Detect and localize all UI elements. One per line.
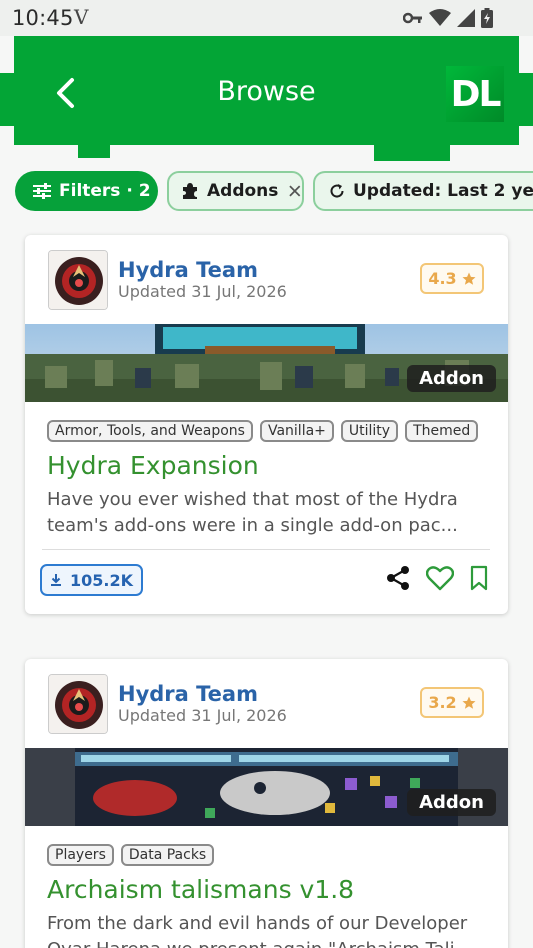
heart-icon[interactable] [426,565,454,591]
carrier-icon: V [74,5,89,29]
status-icons [403,8,493,28]
status-bar: 10:45 V [0,0,533,36]
app-logo[interactable]: DL [446,66,504,122]
tag-list: Players Data Packs [47,844,215,866]
close-icon[interactable] [288,184,302,198]
updated-date: Updated 31 Jul, 2026 [118,706,287,725]
downloads-badge[interactable]: 105.2K [40,564,143,596]
updated-chip-label: Updated: Last 2 years [353,181,533,201]
star-icon [462,272,476,285]
addon-description: Have you ever wished that most of the Hy… [47,489,458,536]
bookmark-icon[interactable] [470,565,488,591]
filters-chip[interactable]: Filters · 2 [15,171,158,211]
status-time: 10:45 [12,6,74,30]
addon-title[interactable]: Hydra Expansion [47,451,259,480]
tag-list: Armor, Tools, and Weapons Vanilla+ Utili… [47,420,479,442]
share-icon[interactable] [386,565,410,591]
tag[interactable]: Armor, Tools, and Weapons [47,420,253,442]
addon-description: From the dark and evil hands of our Deve… [47,913,472,948]
addons-chip-label: Addons [207,181,279,201]
card-actions [386,565,488,591]
type-badge: Addon [407,789,496,816]
addon-banner-image[interactable]: Addon [25,324,508,402]
author-avatar [48,250,108,310]
battery-icon [481,8,493,28]
rating-value: 4.3 [428,269,457,288]
addon-card[interactable]: Hydra Team Updated 31 Jul, 2026 3.2 Addo… [25,659,508,948]
tag[interactable]: Data Packs [120,844,215,866]
tune-icon [33,183,51,199]
signal-icon [457,9,475,27]
refresh-icon [330,184,344,198]
author-name[interactable]: Hydra Team [118,258,258,282]
tag[interactable]: Themed [405,420,479,442]
addon-card[interactable]: Hydra Team Updated 31 Jul, 2026 4.3 Addo… [25,235,508,614]
rating-badge: 4.3 [420,263,484,294]
vpn-key-icon [403,12,422,24]
addon-banner-image[interactable]: Addon [25,748,508,826]
filters-chip-label: Filters · 2 [59,181,151,201]
updated-chip[interactable]: Updated: Last 2 years [313,171,533,211]
type-badge: Addon [407,365,496,392]
updated-date: Updated 31 Jul, 2026 [118,282,287,301]
download-icon [50,574,61,586]
addon-title[interactable]: Archaism talismans v1.8 [47,875,354,904]
tag[interactable]: Utility [340,420,399,442]
wifi-icon [429,9,451,26]
download-count: 105.2K [69,570,133,590]
author-name[interactable]: Hydra Team [118,682,258,706]
addons-chip[interactable]: Addons [167,171,304,211]
author-avatar [48,674,108,734]
tag[interactable]: Vanilla+ [259,420,334,442]
puzzle-icon [183,183,197,199]
rating-badge: 3.2 [420,687,484,718]
tag[interactable]: Players [47,844,114,866]
star-icon [462,696,476,709]
rating-value: 3.2 [428,693,457,712]
divider [42,549,490,550]
